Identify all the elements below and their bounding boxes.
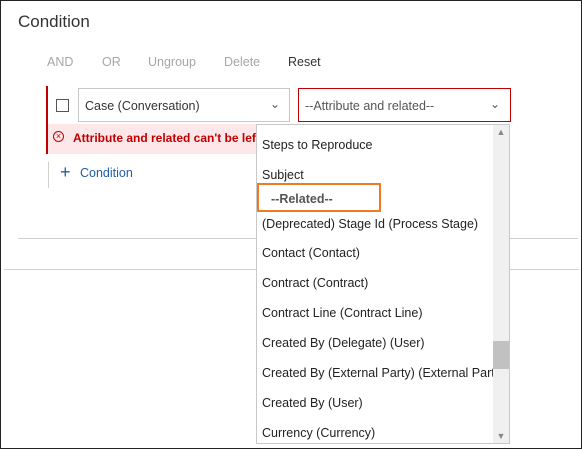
reset-button[interactable]: Reset [288, 55, 321, 69]
ungroup-button[interactable]: Ungroup [148, 55, 196, 69]
dropdown-option[interactable]: Contract Line (Contract Line) [262, 306, 423, 320]
dropdown-option[interactable]: Created By (Delegate) (User) [262, 336, 425, 350]
dropdown-option[interactable]: Contract (Contract) [262, 276, 368, 290]
dropdown-option[interactable]: Created By (User) [262, 396, 363, 410]
dropdown-option[interactable]: Subject [262, 168, 304, 182]
entity-select-value: Case (Conversation) [85, 99, 200, 113]
error-circle-icon: × [53, 131, 64, 142]
scrollbar-thumb[interactable] [493, 341, 509, 369]
delete-button[interactable]: Delete [224, 55, 260, 69]
dropdown-scrollbar[interactable] [493, 125, 509, 443]
entity-select[interactable]: Case (Conversation) ⌄ [78, 88, 290, 122]
dialog-title: Condition [18, 12, 90, 31]
dropdown-option[interactable]: Created By (External Party) (External Pa… [262, 366, 505, 380]
related-highlight-box [257, 183, 381, 212]
attribute-dropdown-list: Steps to Reproduce Subject --Related-- (… [256, 124, 510, 444]
attribute-select[interactable]: --Attribute and related-- ⌄ [298, 88, 511, 122]
scroll-up-arrow-icon[interactable]: ▲ [493, 127, 509, 137]
chevron-down-icon: ⌄ [270, 97, 281, 111]
dropdown-option[interactable]: (Deprecated) Stage Id (Process Stage) [262, 217, 478, 231]
scroll-down-arrow-icon[interactable]: ▼ [493, 431, 509, 441]
and-button[interactable]: AND [47, 55, 73, 69]
condition-row-checkbox[interactable] [56, 99, 69, 112]
dropdown-option[interactable]: Currency (Currency) [262, 426, 375, 440]
dropdown-option[interactable]: Steps to Reproduce [262, 138, 373, 152]
or-button[interactable]: OR [102, 55, 121, 69]
plus-icon: + [60, 162, 71, 182]
error-message: × Attribute and related can't be left bl… [48, 124, 256, 154]
add-condition-label: Condition [80, 166, 133, 180]
error-text: Attribute and related can't be left blan… [73, 131, 256, 145]
chevron-down-icon: ⌄ [490, 97, 501, 111]
dropdown-option[interactable]: Contact (Contact) [262, 246, 360, 260]
attribute-select-placeholder: --Attribute and related-- [305, 99, 435, 113]
add-condition-divider [48, 162, 49, 188]
